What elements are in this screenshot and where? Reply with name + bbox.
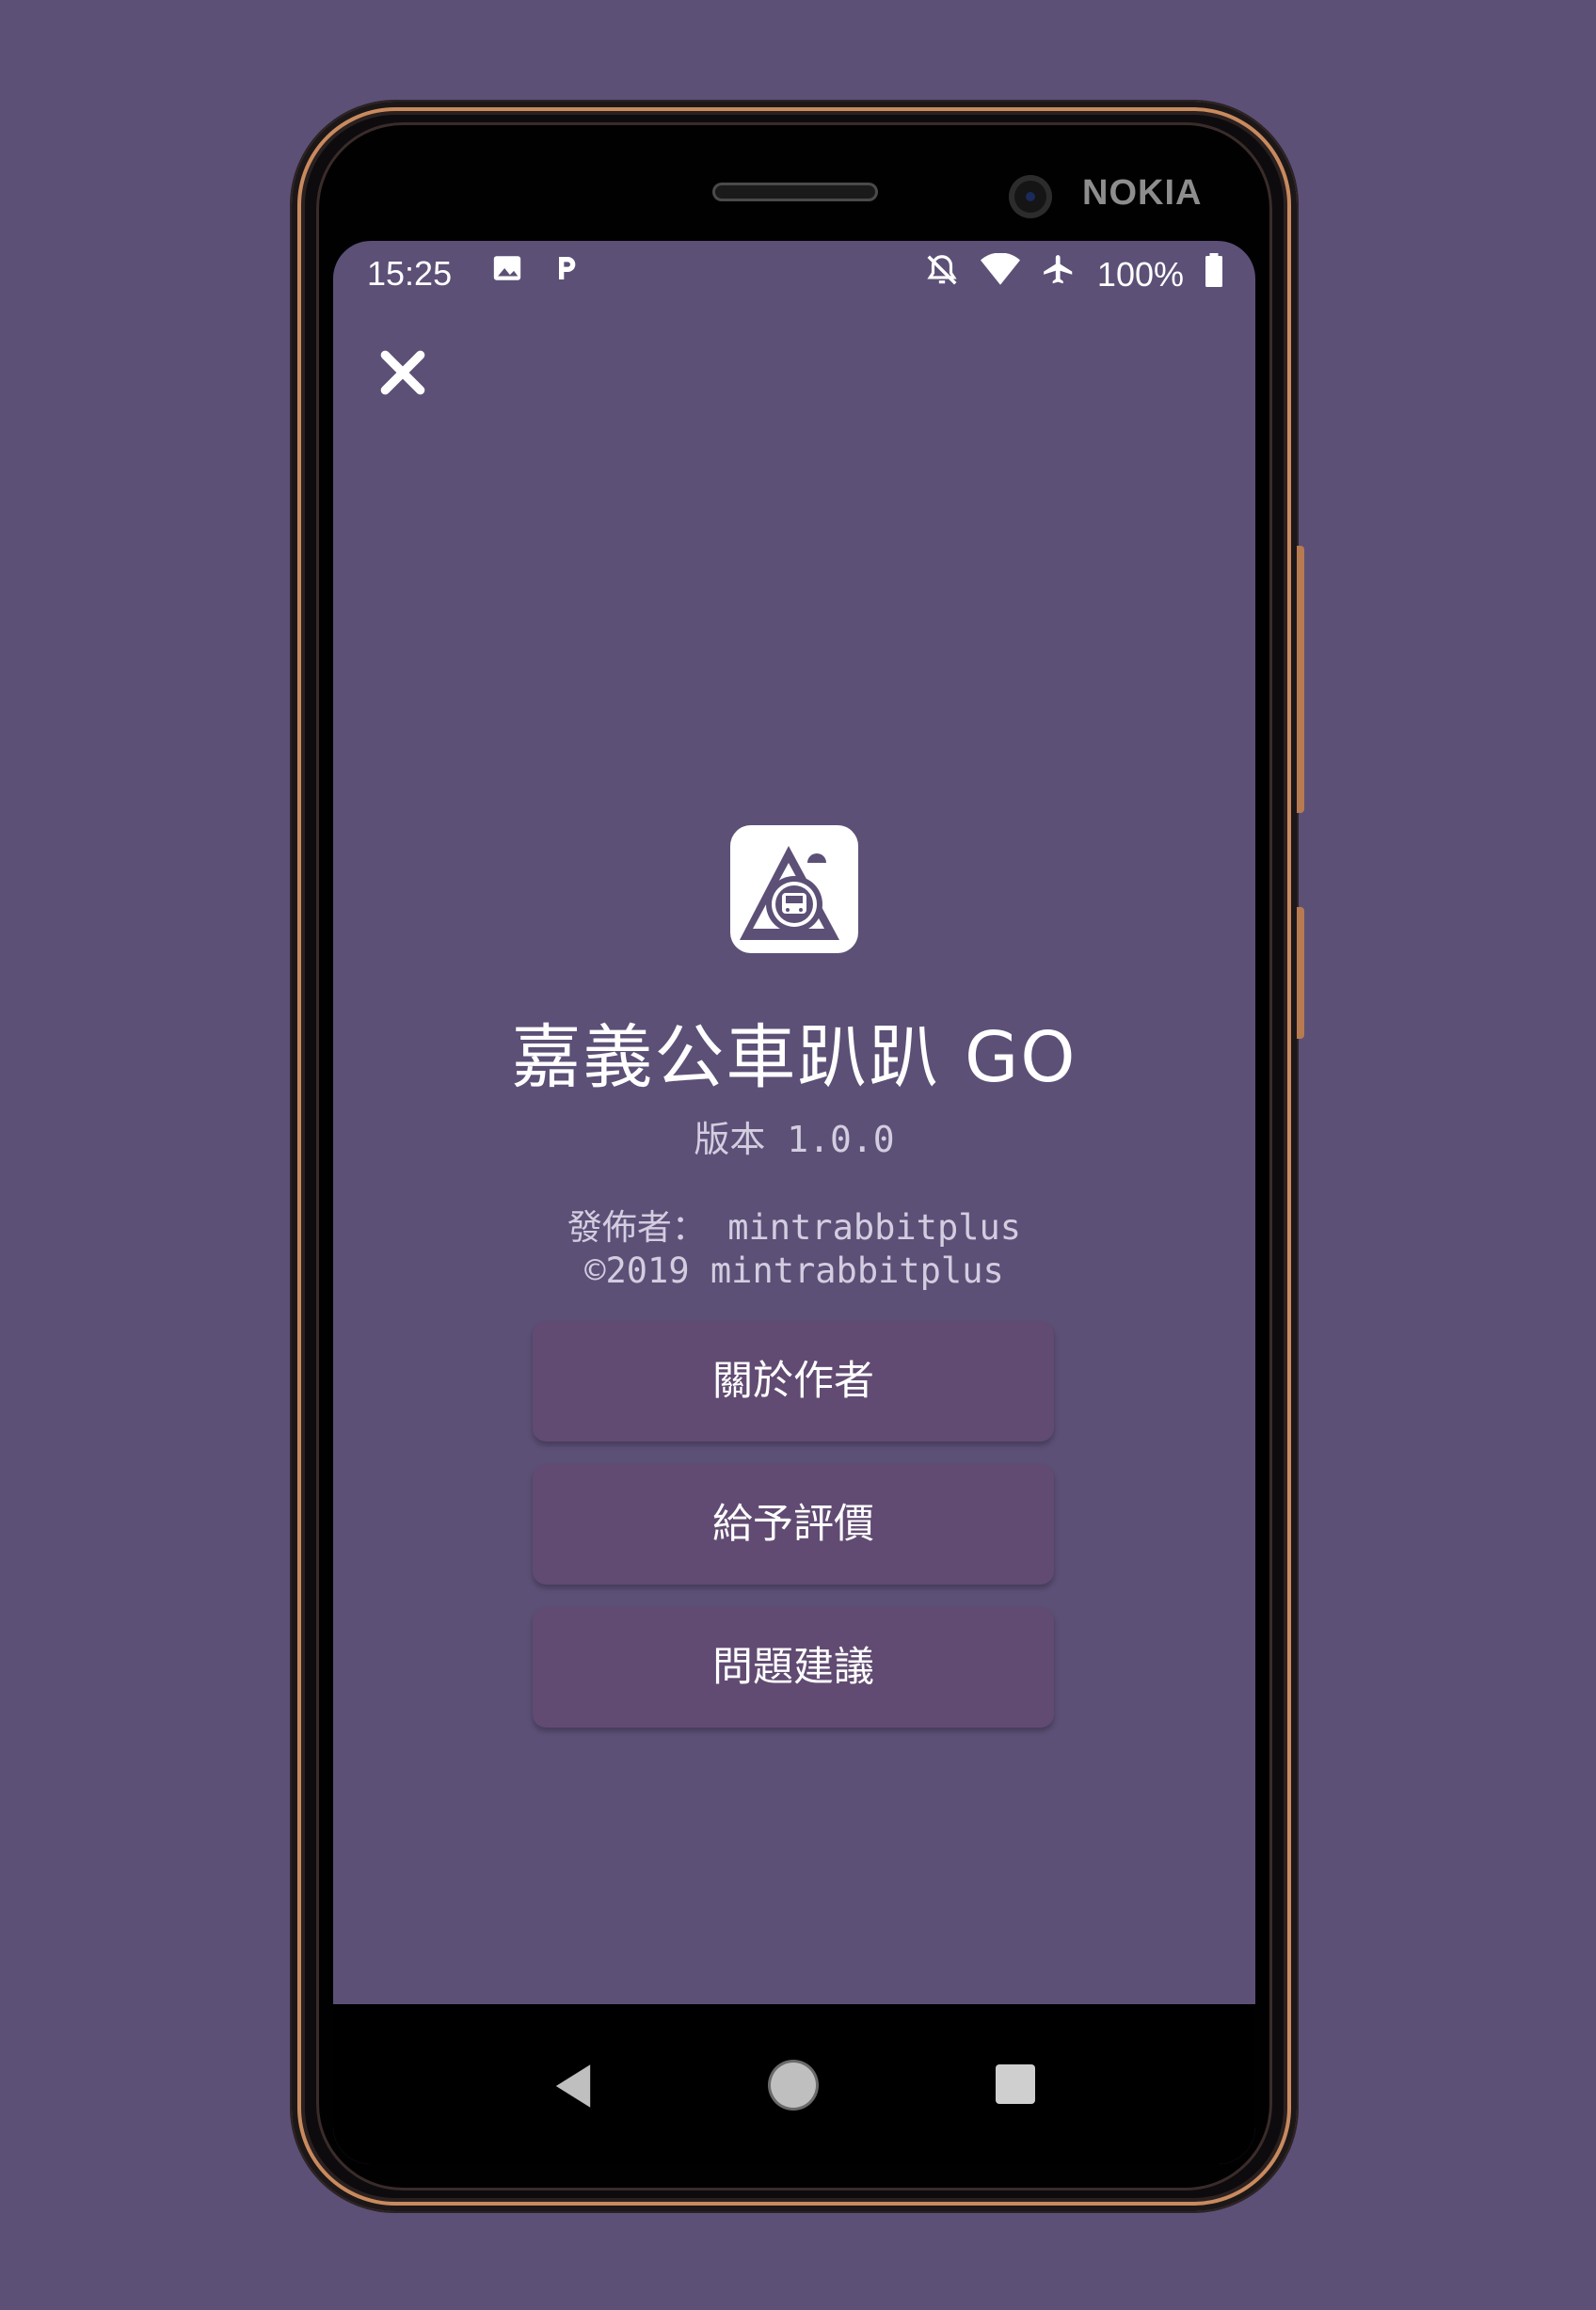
battery-icon: [1205, 253, 1223, 295]
power-button: [1297, 907, 1304, 1039]
about-author-button[interactable]: 關於作者: [533, 1321, 1054, 1442]
publisher-text: 發佈者： mintrabbitplus: [567, 1207, 1022, 1248]
feedback-button[interactable]: 問題建議: [533, 1607, 1054, 1728]
status-bar: 15:25 100%: [333, 241, 1255, 303]
app-logo: [730, 825, 858, 953]
earpiece-speaker: [712, 183, 878, 201]
phone-frame: NOKIA 15:25 100% 嘉義公車趴趴 GO 版本 1.0.0 發佈者：…: [292, 102, 1304, 2211]
status-left-icons: [491, 252, 582, 293]
app-version: 版本 1.0.0: [694, 1119, 895, 1160]
notifications-off-icon: [924, 252, 960, 296]
brand-logo: NOKIA: [1082, 173, 1203, 213]
wifi-icon: [980, 252, 1020, 295]
copyright-text: ©2019 mintrabbitplus: [584, 1251, 1004, 1291]
image-icon: [491, 252, 523, 293]
status-right-icons: 100%: [924, 252, 1223, 296]
close-button[interactable]: [369, 341, 437, 408]
screen: 15:25 100% 嘉義公車趴趴 GO 版本 1.0.0 發佈者： mintr…: [333, 241, 1255, 2164]
front-camera: [1009, 175, 1052, 218]
back-icon[interactable]: [551, 2063, 595, 2113]
volume-button: [1297, 546, 1304, 813]
rate-app-button[interactable]: 給予評價: [533, 1464, 1054, 1585]
battery-percentage: 100%: [1096, 254, 1184, 294]
navigation-bar: [333, 2004, 1255, 2164]
recents-icon[interactable]: [996, 2064, 1035, 2104]
app-title: 嘉義公車趴趴 GO: [511, 1017, 1077, 1098]
airplane-mode-icon: [1041, 252, 1077, 296]
status-time: 15:25: [367, 254, 453, 293]
parking-icon: [551, 252, 582, 293]
home-icon[interactable]: [771, 2063, 816, 2108]
close-icon: [376, 346, 429, 403]
